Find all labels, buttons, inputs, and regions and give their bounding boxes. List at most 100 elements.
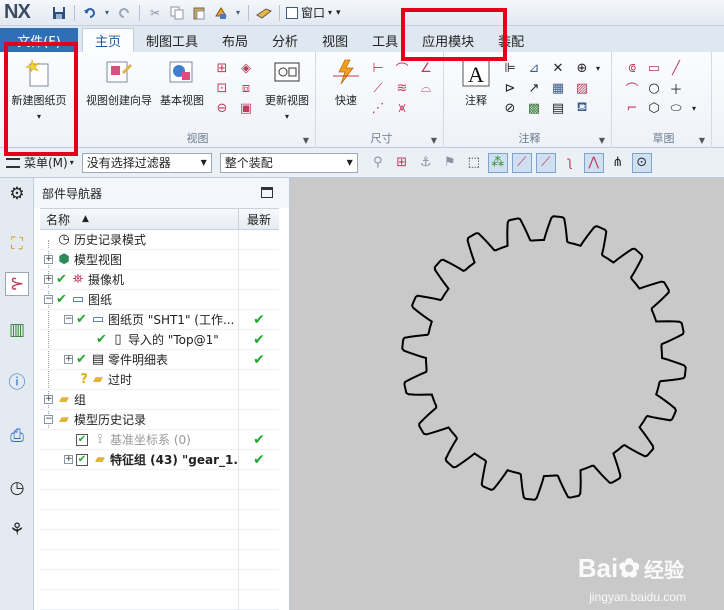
table-icon[interactable]: ▤ (550, 100, 566, 116)
checkbox-checked-icon[interactable]: ✔ (76, 453, 88, 466)
dropdown-arrow-icon[interactable]: ▾ (234, 4, 242, 22)
tree-row[interactable]: ✔ ⟟ 基准坐标系 (0) ✔ (40, 429, 279, 450)
arc-length-dimension-icon[interactable]: ⌓ (418, 80, 434, 96)
control-point-snap-icon[interactable]: ʅ (560, 153, 580, 173)
tree-row[interactable]: ◷ 历史记录模式 (40, 229, 279, 250)
select-feature-icon[interactable]: ⊞ (392, 153, 412, 173)
tree-row[interactable]: + ⬢ 模型视图 (40, 249, 279, 270)
base-view-button[interactable]: 基本视图 (158, 58, 206, 108)
midpoint-snap-icon[interactable]: ⟋ (535, 152, 556, 173)
tab-analysis[interactable]: 分析 (260, 28, 310, 52)
maximize-icon[interactable] (261, 187, 273, 198)
snap-icon[interactable]: ⚲ (368, 153, 388, 173)
tree-row[interactable]: − ✔ ▭ 图纸 (40, 289, 279, 310)
chamfer-dimension-icon[interactable]: ⟋ (370, 80, 386, 96)
group-expand-arrow-icon[interactable]: ▼ (699, 136, 705, 145)
perimeter-dimension-icon[interactable]: ⋰ (370, 100, 386, 116)
type-filter-dropdown[interactable]: 没有选择过滤器 ▼ (81, 152, 212, 173)
datum-feature-icon[interactable]: ⊿ (526, 60, 542, 76)
tab-layout[interactable]: 布局 (210, 28, 260, 52)
fillet-icon[interactable]: ⌐ (624, 100, 640, 116)
quick-dimension-button[interactable]: 快速 (326, 58, 366, 108)
tree-row[interactable]: + ✔ ▰ 特征组 (43) "gear_1... ✔ (40, 449, 279, 470)
arc-center-snap-icon[interactable]: ⋔ (608, 153, 628, 173)
expand-icon[interactable]: + (44, 255, 53, 264)
tab-view[interactable]: 视图 (310, 28, 360, 52)
touch-mode-icon[interactable] (255, 4, 273, 22)
dropdown-arrow-icon[interactable]: ▾ (590, 60, 606, 76)
window-menu[interactable]: 窗口 ▾ ▾ (286, 4, 341, 21)
section-view-icon[interactable]: ⊡ (214, 80, 230, 96)
pick-icon[interactable]: ⚑ (440, 153, 460, 173)
section-line-icon[interactable]: ⊖ (214, 100, 230, 116)
selection-scope-dropdown[interactable]: 整个装配 ▼ (219, 152, 358, 173)
endpoint-snap-icon[interactable]: ⟋ (511, 152, 532, 173)
expand-icon[interactable]: + (64, 355, 73, 364)
group-expand-arrow-icon[interactable]: ▼ (431, 136, 437, 145)
profile-icon[interactable]: ⟃ (624, 60, 640, 76)
weld-symbol-icon[interactable]: ↗ (526, 80, 542, 96)
check-icon[interactable]: ✔ (96, 332, 107, 347)
surface-finish-icon[interactable]: ⊳ (502, 80, 518, 96)
ordinate-dimension-icon[interactable]: ⩙ (394, 100, 410, 116)
update-view-button[interactable]: 更新视图 ▾ (262, 58, 312, 121)
group-expand-arrow-icon[interactable]: ▼ (303, 136, 309, 145)
tab-drafting-tools[interactable]: 制图工具 (134, 28, 210, 52)
customize-arrow-icon[interactable]: ▾ (336, 8, 341, 18)
web-browser-icon[interactable]: ⓘ (5, 368, 29, 393)
dropdown-arrow-icon[interactable]: ▾ (686, 100, 702, 116)
column-name[interactable]: 名称 ▲ (40, 209, 239, 229)
cross-icon[interactable]: ✕ (550, 60, 566, 76)
quadrant-snap-icon[interactable]: ⊙ (631, 152, 652, 173)
projected-view-icon[interactable]: ⊞ (214, 60, 230, 76)
balloon-icon[interactable]: ⊘ (502, 100, 518, 116)
history-palette-icon[interactable]: ⎙ (5, 424, 29, 448)
image-icon[interactable]: ▩ (526, 100, 542, 116)
paint-icon[interactable]: ⛾ (574, 100, 590, 116)
save-icon[interactable] (50, 4, 68, 22)
linear-dimension-icon[interactable]: ⊢ (370, 60, 386, 76)
role-icon[interactable]: ⚘ (5, 518, 29, 542)
rectangle-select-icon[interactable]: ⬚ (464, 153, 484, 173)
line-icon[interactable]: ╱ (668, 60, 684, 76)
arc-icon[interactable]: ⌒ (624, 80, 640, 98)
angular-dimension-icon[interactable]: ∠ (418, 60, 434, 76)
snap-point-icon[interactable]: ⁂ (487, 152, 508, 173)
undo-icon[interactable] (81, 4, 99, 22)
repeat-command-icon[interactable] (212, 4, 230, 22)
polygon-icon[interactable]: ⬡ (646, 100, 662, 116)
break-view-icon[interactable]: ⧈ (238, 80, 254, 96)
collapse-icon[interactable]: − (44, 415, 53, 424)
tree-row[interactable]: − ▰ 模型历史记录 (40, 409, 279, 430)
feature-control-frame-icon[interactable]: ⊫ (502, 60, 518, 76)
tree-row[interactable]: + ▰ 组 (40, 389, 279, 410)
expand-icon[interactable]: + (64, 455, 73, 464)
view-wizard-button[interactable]: 视图创建向导 (84, 58, 154, 108)
expand-icon[interactable]: + (44, 395, 53, 404)
column-up-to-date[interactable]: 最新 (239, 209, 279, 229)
intersection-snap-icon[interactable]: ⋀ (583, 152, 604, 173)
datum-target-icon[interactable]: ▦ (550, 80, 566, 96)
collapse-icon[interactable]: − (64, 315, 73, 324)
cut-icon[interactable]: ✂ (146, 4, 164, 22)
copy-icon[interactable] (168, 4, 186, 22)
rectangle-icon[interactable]: ▭ (646, 60, 662, 76)
checkbox-checked-icon[interactable]: ✔ (76, 433, 88, 446)
hatch-icon[interactable]: ▨ (574, 80, 590, 96)
check-icon[interactable]: ✔ (76, 352, 87, 367)
tab-home[interactable]: 主页 (82, 28, 135, 52)
center-mark-icon[interactable]: ⊕ (574, 60, 590, 76)
detail-view-icon[interactable]: ◈ (238, 60, 254, 76)
tree-row[interactable]: ? ▰ 过时 (40, 369, 279, 390)
history-icon[interactable]: ◷ (5, 476, 29, 500)
thickness-dimension-icon[interactable]: ≋ (394, 80, 410, 96)
settings-icon[interactable]: ⚙ (5, 182, 29, 206)
tree-row[interactable]: + ✔ ⛯ 摄像机 (40, 269, 279, 290)
expand-icon[interactable]: + (44, 275, 53, 284)
tree-row[interactable]: ✔ ▯ 导入的 "Top@1" ✔ (40, 329, 279, 350)
paste-icon[interactable] (190, 4, 208, 22)
radial-dimension-icon[interactable]: ⌒ (394, 60, 410, 78)
menu-button[interactable]: 菜单(M) ▾ (6, 154, 74, 171)
group-expand-arrow-icon[interactable]: ▼ (599, 136, 605, 145)
point-icon[interactable]: ＋ (668, 80, 684, 98)
